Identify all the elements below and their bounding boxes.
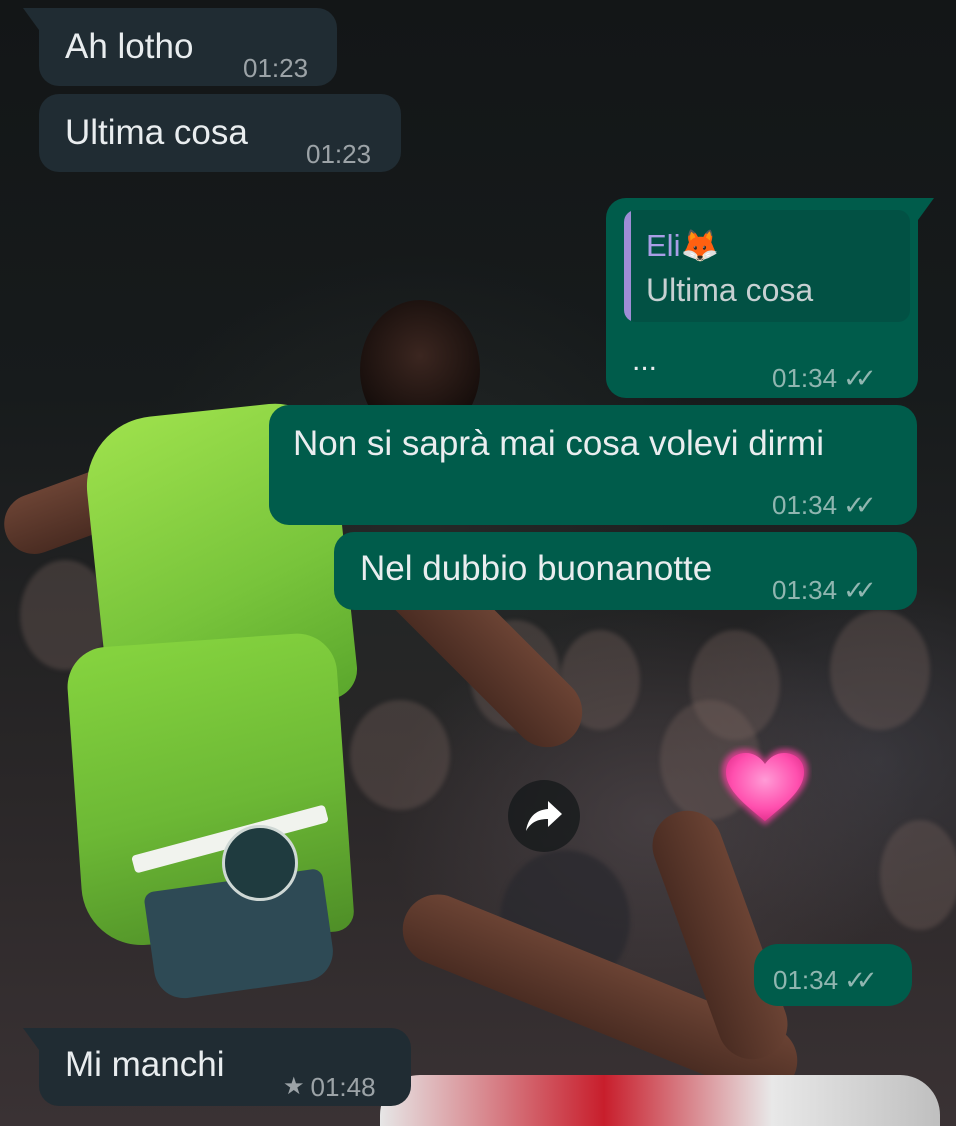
incoming-message[interactable]: Mi manchi ★ 01:48 <box>23 1028 411 1107</box>
message-text: Nel dubbio buonanotte <box>360 549 713 588</box>
read-receipt-icon: ✓✓ <box>843 363 876 393</box>
message-time: 01:34 <box>773 965 839 995</box>
message-text: Ultima cosa <box>65 113 248 152</box>
outgoing-message[interactable]: Non si saprà mai cosa volevi dirmi 01:34… <box>269 405 917 525</box>
message-time: 01:48 <box>310 1072 376 1102</box>
message-text: ... <box>632 344 658 377</box>
message-time: 01:34 <box>772 363 838 393</box>
incoming-message[interactable]: Ah lotho 01:23 <box>23 8 337 86</box>
message-meta: 01:34 ✓✓ <box>772 485 876 525</box>
read-receipt-icon: ✓✓ <box>843 575 876 605</box>
message-time: 01:23 <box>306 139 372 169</box>
star-icon: ★ <box>283 1073 305 1100</box>
message-time: 01:23 <box>243 53 309 83</box>
message-meta: ★ 01:48 <box>283 1067 376 1107</box>
message-meta: 01:34 ✓✓ <box>772 358 876 398</box>
message-meta: 01:34 ✓✓ <box>772 570 876 610</box>
message-time: 01:34 <box>772 575 838 605</box>
quote-accent-bar <box>624 210 631 322</box>
read-receipt-icon: ✓✓ <box>844 965 877 995</box>
quoted-message[interactable]: Eli🦊 Ultima cosa <box>624 210 910 322</box>
message-text: Ah lotho <box>65 27 194 66</box>
forward-arrow-icon <box>526 801 562 831</box>
incoming-message[interactable]: Ultima cosa 01:23 <box>39 94 401 172</box>
quoted-text: Ultima cosa <box>646 272 814 308</box>
quoted-sender-name: Eli🦊 <box>646 228 720 263</box>
message-text: Mi manchi <box>65 1045 225 1084</box>
heart-sticker-icon <box>722 749 808 825</box>
message-time: 01:34 <box>772 490 838 520</box>
message-meta: 01:34 ✓✓ <box>773 960 877 1000</box>
forward-button[interactable] <box>508 780 580 852</box>
outgoing-message[interactable]: Nel dubbio buonanotte 01:34 ✓✓ <box>334 532 917 610</box>
outgoing-media-meta[interactable]: 01:34 ✓✓ <box>754 944 912 1006</box>
message-text: Non si saprà mai cosa volevi dirmi <box>293 424 825 463</box>
read-receipt-icon: ✓✓ <box>843 490 876 520</box>
outgoing-reply-message[interactable]: Eli🦊 Ultima cosa ... 01:34 ✓✓ <box>606 198 934 398</box>
